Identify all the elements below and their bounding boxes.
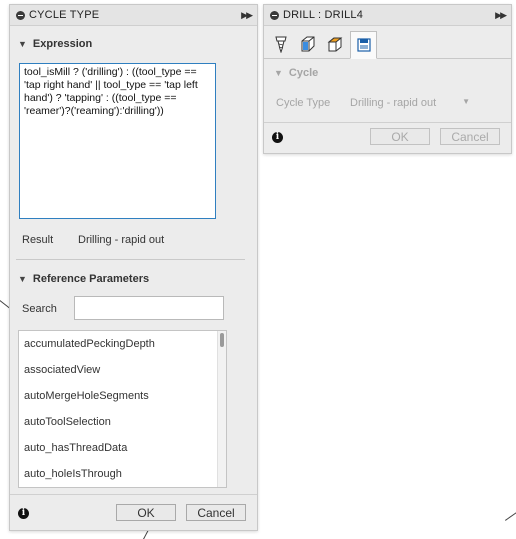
collapse-triangle-icon[interactable]: ▼ xyxy=(18,39,27,49)
cycle-type-label: Cycle Type xyxy=(276,97,331,109)
expression-textarea[interactable]: tool_isMill ? ('drilling') : ((tool_type… xyxy=(19,63,216,219)
reference-parameters-header[interactable]: ▼ Reference Parameters xyxy=(18,273,149,285)
expression-section-header[interactable]: ▼ Expression xyxy=(18,38,92,50)
list-item[interactable]: autoToolSelection xyxy=(19,409,226,435)
collapse-triangle-icon[interactable]: ▼ xyxy=(18,274,27,284)
expression-label: Expression xyxy=(32,38,93,50)
cycle-section-label: Cycle xyxy=(288,67,319,79)
reference-parameter-list[interactable]: accumulatedPeckingDepth associatedView a… xyxy=(18,330,227,488)
cycle-type-select[interactable]: Drilling - rapid out ▼ xyxy=(346,93,476,111)
list-scrollbar[interactable] xyxy=(217,331,226,487)
tab-cycle[interactable] xyxy=(350,31,377,59)
scroll-thumb[interactable] xyxy=(220,333,224,347)
search-label: Search xyxy=(22,303,57,315)
footer-divider xyxy=(264,122,511,123)
info-icon[interactable]: i xyxy=(18,508,29,519)
drill-title: DRILL : DRILL4 xyxy=(283,9,364,21)
tab-tool[interactable] xyxy=(267,31,294,57)
cycle-type-title: CYCLE TYPE xyxy=(29,9,100,21)
cycle-type-panel: CYCLE TYPE ▶▶ ▼ Expression tool_isMill ?… xyxy=(9,4,258,531)
cycle-type-titlebar[interactable]: CYCLE TYPE ▶▶ xyxy=(10,5,257,26)
drill-panel: DRILL : DRILL4 ▶▶ ▼ Cycle Cycle Type Dri… xyxy=(263,4,512,154)
info-icon[interactable]: i xyxy=(272,132,283,143)
cancel-button[interactable]: Cancel xyxy=(440,128,500,145)
footer-divider xyxy=(10,494,257,495)
cycle-tab-icon xyxy=(356,38,371,52)
cycle-type-value: Drilling - rapid out xyxy=(350,97,437,109)
ok-button[interactable]: OK xyxy=(370,128,430,145)
minimize-icon[interactable] xyxy=(270,10,279,20)
list-item[interactable]: autoMergeHoleSegments xyxy=(19,383,226,409)
list-item[interactable]: auto_hasThreadData xyxy=(19,435,226,461)
collapse-triangle-icon[interactable]: ▼ xyxy=(274,68,283,78)
drill-tab-bar xyxy=(264,27,511,59)
drill-titlebar[interactable]: DRILL : DRILL4 ▶▶ xyxy=(264,5,511,26)
geometry-tab-icon xyxy=(301,36,314,52)
section-divider xyxy=(16,259,245,260)
heights-tab-icon xyxy=(327,37,342,52)
list-item[interactable]: associatedView xyxy=(19,357,226,383)
list-item[interactable]: auto_holeIsThrough xyxy=(19,461,226,487)
list-item[interactable]: accumulatedPeckingDepth xyxy=(19,331,226,357)
ok-button[interactable]: OK xyxy=(116,504,176,521)
result-label: Result xyxy=(22,234,54,246)
tab-geometry[interactable] xyxy=(294,31,321,57)
cancel-button[interactable]: Cancel xyxy=(186,504,246,521)
tool-tab-icon xyxy=(274,36,287,53)
cycle-section-header[interactable]: ▼ Cycle xyxy=(274,67,318,79)
tab-heights[interactable] xyxy=(321,31,348,57)
result-value: Drilling - rapid out xyxy=(78,234,165,246)
reference-parameters-label: Reference Parameters xyxy=(32,273,150,285)
chevron-down-icon: ▼ xyxy=(462,97,470,106)
canvas-edge-line xyxy=(505,511,516,521)
search-input[interactable] xyxy=(74,296,224,320)
minimize-icon[interactable] xyxy=(16,10,25,20)
expand-icon[interactable]: ▶▶ xyxy=(495,10,507,21)
expand-icon[interactable]: ▶▶ xyxy=(241,10,253,21)
